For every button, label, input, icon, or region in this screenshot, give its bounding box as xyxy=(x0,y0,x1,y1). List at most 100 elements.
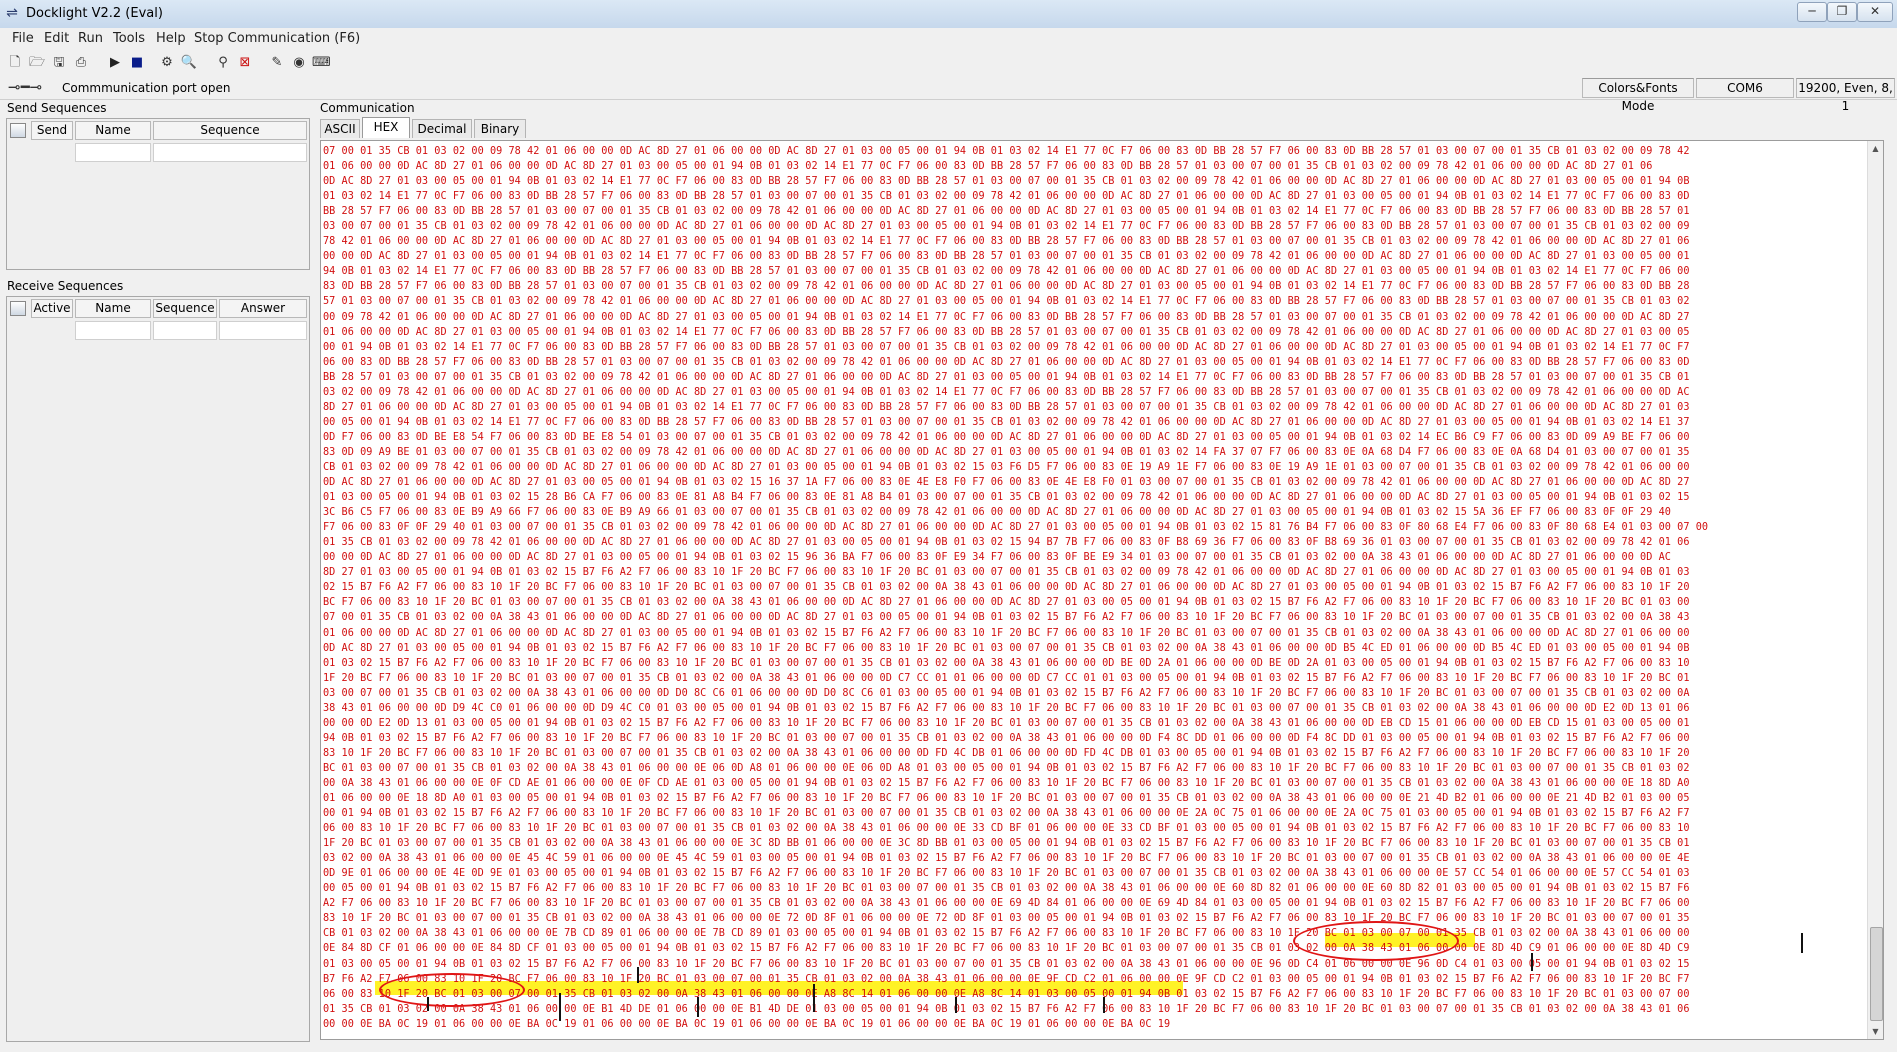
receive-sequence-cell[interactable] xyxy=(153,321,217,340)
hex-line: 0D 9E 01 06 00 00 0E 4E 0D 9E 01 03 00 0… xyxy=(323,868,1690,880)
menu-stop-communication[interactable]: Stop Communication (F6) xyxy=(194,31,360,46)
close-window-button[interactable]: ✕ xyxy=(1857,2,1893,22)
receive-name-cell[interactable] xyxy=(75,321,151,340)
clear-icon[interactable]: ⊠ xyxy=(236,54,254,72)
hex-line: 00 00 0D AC 8D 27 01 03 00 05 00 01 94 0… xyxy=(323,251,1690,263)
run-icon[interactable]: ▶ xyxy=(106,54,124,72)
tab-hex[interactable]: HEX xyxy=(362,117,410,138)
annotation-mark xyxy=(955,997,957,1013)
column-sequence[interactable]: Sequence xyxy=(153,121,307,140)
receive-grid-corner-icon xyxy=(10,301,26,316)
hex-line: 0D AC 8D 27 01 03 00 05 00 01 94 0B 01 0… xyxy=(323,642,1690,654)
send-name-cell[interactable] xyxy=(75,143,151,162)
colors-fonts-mode[interactable]: Colors&Fonts Mode xyxy=(1582,78,1694,113)
hex-line: CB 01 03 02 00 09 78 42 01 06 00 00 0D A… xyxy=(323,461,1690,473)
scroll-up-icon[interactable]: ▲ xyxy=(1869,142,1882,155)
hex-line: 01 03 00 05 00 01 94 0B 01 03 02 15 B7 F… xyxy=(323,958,1690,970)
hex-line: 01 35 CB 01 03 02 00 0A 38 43 01 06 00 0… xyxy=(323,1003,1690,1015)
hex-line: 01 06 00 00 0E 18 8D A0 01 03 00 05 00 0… xyxy=(323,793,1690,805)
hex-line: 01 06 00 00 0D AC 8D 27 01 06 00 00 0D A… xyxy=(323,627,1690,639)
close-icon: ✕ xyxy=(1869,4,1881,18)
hex-line: F7 06 00 83 0F 0F 29 40 01 03 00 07 00 0… xyxy=(323,522,1709,534)
column-send[interactable]: Send xyxy=(31,121,73,140)
column-sequence[interactable]: Sequence xyxy=(153,299,217,318)
hex-line: BC F7 06 00 83 10 1F 20 BC 01 03 00 07 0… xyxy=(323,597,1690,609)
hex-line: 1F 20 BC F7 06 00 83 10 1F 20 BC 01 03 0… xyxy=(323,672,1690,684)
hex-line: 38 43 01 06 00 00 0D D9 4C C0 01 06 00 0… xyxy=(323,702,1690,714)
column-answer[interactable]: Answer xyxy=(219,299,307,318)
save-icon[interactable]: 🖫 xyxy=(50,54,68,72)
title-bar: ⇌ Docklight V2.2 (Eval) ─ ❐ ✕ xyxy=(0,0,1897,29)
hex-line: 8D 27 01 03 00 05 00 01 94 0B 01 03 02 1… xyxy=(323,567,1690,579)
receive-sequences-grid[interactable]: Active Name Sequence Answer xyxy=(6,296,310,1042)
status-line: ⊸━⊸ Commmunication port open Colors&Font… xyxy=(0,76,1897,113)
annotation-mark xyxy=(1531,953,1533,971)
menu-edit[interactable]: Edit xyxy=(44,31,69,46)
hex-line: 83 10 1F 20 BC F7 06 00 83 10 1F 20 BC 0… xyxy=(323,747,1690,759)
receive-answer-cell[interactable] xyxy=(219,321,307,340)
annotation-mark xyxy=(1801,933,1803,953)
hex-line: 00 09 78 42 01 06 00 00 0D AC 8D 27 01 0… xyxy=(323,311,1690,323)
binoculars-icon[interactable]: ⚲ xyxy=(214,54,232,72)
find-icon[interactable]: 🔍 xyxy=(180,54,198,72)
port-status-text: Commmunication port open xyxy=(62,81,231,95)
toolbar: 🗋 🗁 🖫 ⎙ ▶ ■ ⚙ 🔍 ⚲ ⊠ ✎ ◉ ⌨ xyxy=(0,50,1897,77)
tab-binary[interactable]: Binary xyxy=(474,119,526,138)
tab-decimal[interactable]: Decimal xyxy=(412,119,472,138)
hex-line: 3C B6 C5 F7 06 00 83 0E B9 A9 66 F7 06 0… xyxy=(323,507,1671,519)
menu-help[interactable]: Help xyxy=(156,31,186,46)
print-icon[interactable]: ⎙ xyxy=(72,54,90,72)
hex-line: 00 00 0D E2 0D 13 01 03 00 05 00 01 94 0… xyxy=(323,717,1690,729)
hex-line: 0E 84 8D CF 01 06 00 00 0E 84 8D CF 01 0… xyxy=(323,943,1690,955)
hex-line: 83 10 1F 20 BC 01 03 00 07 00 01 35 CB 0… xyxy=(323,913,1690,925)
hex-line: 94 0B 01 03 02 14 E1 77 0C F7 06 00 83 0… xyxy=(323,266,1690,278)
camera-icon[interactable]: ◉ xyxy=(290,54,308,72)
settings-icon[interactable]: ⚙ xyxy=(158,54,176,72)
com-port: COM6 xyxy=(1696,78,1794,98)
hex-line: 07 00 01 35 CB 01 03 02 00 09 78 42 01 0… xyxy=(323,146,1690,157)
hex-line: 02 15 B7 F6 A2 F7 06 00 83 10 1F 20 BC F… xyxy=(323,582,1690,594)
vertical-scrollbar[interactable]: ▲ ▼ xyxy=(1867,141,1883,1039)
edit-icon[interactable]: ✎ xyxy=(268,54,286,72)
hex-line: BB 28 57 01 03 00 07 00 01 35 CB 01 03 0… xyxy=(323,371,1690,383)
menu-bar: File Edit Run Tools Help Stop Communicat… xyxy=(0,28,1897,51)
menu-tools[interactable]: Tools xyxy=(113,31,145,46)
annotation-circle xyxy=(1293,921,1459,961)
new-file-icon[interactable]: 🗋 xyxy=(6,54,24,72)
send-sequence-cell[interactable] xyxy=(153,143,307,162)
column-name[interactable]: Name xyxy=(75,299,151,318)
tab-ascii[interactable]: ASCII xyxy=(320,119,360,138)
communication-title: Communication xyxy=(320,101,415,115)
minimize-button[interactable]: ─ xyxy=(1797,2,1827,22)
hex-line: 00 00 0E BA 0C 19 01 06 00 00 0E BA 0C 1… xyxy=(323,1018,1171,1030)
docklight-app-icon: ⇌ xyxy=(6,5,18,21)
open-file-icon[interactable]: 🗁 xyxy=(28,54,46,72)
send-sequences-grid[interactable]: Send Name Sequence xyxy=(6,118,310,270)
hex-line: 0D F7 06 00 83 0D BE E8 54 F7 06 00 83 0… xyxy=(323,431,1690,443)
communication-window[interactable]: 07 00 01 35 CB 01 03 02 00 09 78 42 01 0… xyxy=(320,140,1884,1040)
hex-line: 01 03 02 15 B7 F6 A2 F7 06 00 83 10 1F 2… xyxy=(323,657,1690,669)
port-connection-icon: ⊸━⊸ xyxy=(8,78,43,96)
hex-line: 03 00 07 00 01 35 CB 01 03 02 00 0A 38 4… xyxy=(323,687,1690,699)
scroll-thumb[interactable] xyxy=(1870,927,1883,1021)
send-sequences-title: Send Sequences xyxy=(7,101,107,115)
hex-line: 06 00 83 0D BB 28 57 F7 06 00 83 0D BB 2… xyxy=(323,356,1690,368)
annotation-circle xyxy=(379,973,525,1007)
hex-line: A2 F7 06 00 83 10 1F 20 BC F7 06 00 83 1… xyxy=(323,898,1690,910)
hex-line: 00 05 00 01 94 0B 01 03 02 14 E1 77 0C F… xyxy=(323,416,1690,428)
annotation-mark xyxy=(559,993,561,1021)
stop-icon[interactable]: ■ xyxy=(128,54,146,72)
hex-line: 01 35 CB 01 03 02 00 09 78 42 01 06 00 0… xyxy=(323,537,1690,549)
column-name[interactable]: Name xyxy=(75,121,151,140)
annotation-mark xyxy=(427,997,429,1011)
maximize-button[interactable]: ❐ xyxy=(1827,2,1857,22)
sequences-panel: Send Sequences Send Name Sequence Receiv… xyxy=(0,99,312,1043)
column-active[interactable]: Active xyxy=(31,299,73,318)
menu-run[interactable]: Run xyxy=(78,31,103,46)
hex-line: 0D AC 8D 27 01 06 00 00 0D AC 8D 27 01 0… xyxy=(323,477,1690,489)
hex-data-view[interactable]: 07 00 01 35 CB 01 03 02 00 09 78 42 01 0… xyxy=(323,144,1863,1032)
scroll-down-icon[interactable]: ▼ xyxy=(1869,1025,1882,1038)
hex-line: 00 00 0D AC 8D 27 01 06 00 00 0D AC 8D 2… xyxy=(323,552,1671,564)
keyboard-icon[interactable]: ⌨ xyxy=(312,54,331,72)
menu-file[interactable]: File xyxy=(12,31,34,46)
